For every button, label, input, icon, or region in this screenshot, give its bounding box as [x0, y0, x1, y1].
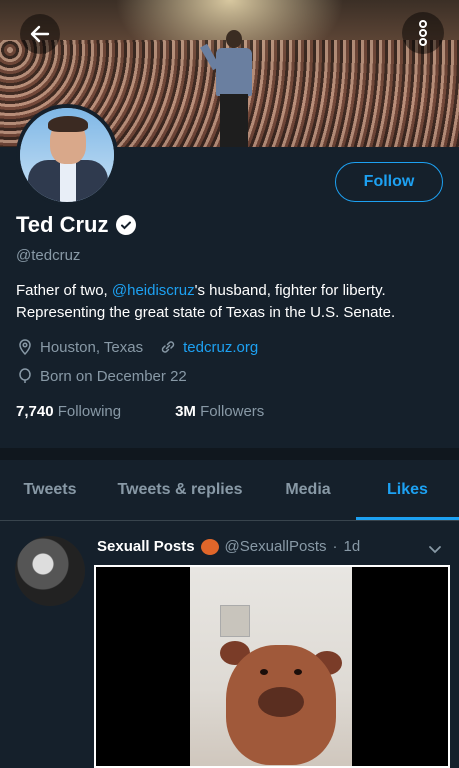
profile-location: Houston, Texas [40, 338, 144, 356]
verified-badge-icon [116, 215, 137, 235]
followers-count: 3M [175, 403, 196, 420]
followers-label: Followers [200, 403, 265, 420]
tweet-author-name[interactable]: Sexuall Posts [97, 538, 195, 555]
profile-name-row: Ted Cruz [16, 212, 137, 238]
tweet-header: Sexuall Posts @SexuallPosts · 1d [97, 538, 360, 555]
tweet-media[interactable] [94, 565, 450, 768]
profile-meta-row: Houston, Texas tedcruz.org [16, 338, 258, 356]
tweet-separator: · [332, 538, 338, 555]
follow-button[interactable]: Follow [335, 162, 443, 202]
tab-likes[interactable]: Likes [356, 460, 459, 520]
more-options-button[interactable] [402, 12, 444, 54]
dog-photo [190, 567, 352, 766]
following-label: Following [57, 403, 122, 420]
back-button[interactable] [20, 14, 60, 54]
profile-handle: @tedcruz [16, 247, 81, 264]
bio-mention-link[interactable]: @heidiscruz [112, 282, 195, 299]
profile-bio: Father of two, @heidiscruz's husband, fi… [16, 280, 436, 324]
profile-avatar[interactable] [16, 104, 118, 206]
chevron-down-icon[interactable] [426, 540, 444, 558]
following-count: 7,740 [16, 403, 54, 420]
devil-emoji-icon [200, 538, 219, 555]
profile-tabs: Tweets Tweets & replies Media Likes [0, 460, 459, 521]
bio-text-start: Father of two, [16, 282, 112, 299]
section-divider [0, 448, 459, 460]
tweet-author-avatar[interactable] [15, 536, 85, 606]
more-vertical-icon [419, 20, 427, 46]
following-count-link[interactable]: 7,740 Following [16, 403, 121, 420]
profile-birthday-row: Born on December 22 [16, 367, 187, 385]
arrow-left-icon [30, 25, 50, 43]
followers-count-link[interactable]: 3M Followers [175, 403, 264, 420]
banner-speaker-image [200, 30, 256, 147]
tab-media[interactable]: Media [260, 460, 356, 520]
profile-birthday: Born on December 22 [40, 367, 187, 385]
balloon-icon [19, 368, 31, 383]
tweet-time: 1d [343, 538, 361, 555]
profile-counts: 7,740 Following 3M Followers [16, 403, 264, 420]
tab-tweets-replies[interactable]: Tweets & replies [100, 460, 260, 520]
profile-name: Ted Cruz [16, 212, 109, 237]
location-pin-icon [19, 339, 31, 356]
tweet-author-handle: @SexuallPosts [224, 538, 327, 555]
link-icon [161, 341, 175, 353]
tab-tweets[interactable]: Tweets [0, 460, 100, 520]
profile-website-link[interactable]: tedcruz.org [183, 339, 258, 356]
